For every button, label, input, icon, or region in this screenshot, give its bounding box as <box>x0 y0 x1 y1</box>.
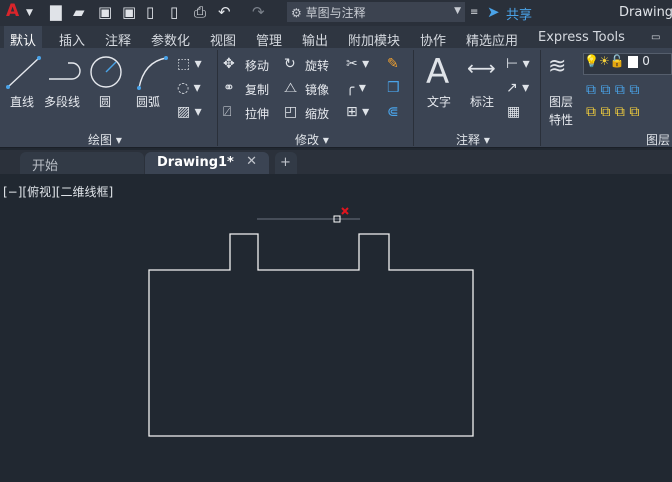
layer-tools-row1-icon[interactable]: ⧉ ⧉ ⧉ ⧉ <box>586 82 639 98</box>
polyline-button[interactable]: 多段线 <box>44 93 80 110</box>
workspace-select[interactable]: ⚙ 草图与注释 ▼ <box>287 2 465 22</box>
hatch-icon[interactable]: ▨ ▾ <box>177 104 202 120</box>
ribbon-minimize-icon[interactable]: ▭ <box>651 32 660 43</box>
open-web-icon[interactable]: ▯ <box>146 3 154 21</box>
document-tabs: 开始 Drawing1* ✕ + <box>0 150 672 174</box>
layer-value: 0 <box>642 54 650 68</box>
close-icon[interactable]: ✕ <box>246 154 257 169</box>
tab-start[interactable]: 开始 <box>20 152 144 174</box>
ellipse-icon[interactable]: ◌ ▾ <box>177 80 201 96</box>
tab-insert[interactable]: 插入 <box>59 30 85 49</box>
rectangle-icon[interactable]: ⬚ ▾ <box>177 56 202 72</box>
annotation-panel-title[interactable]: 注释 ▾ <box>456 131 490 148</box>
move-button[interactable]: 移动 <box>245 57 269 74</box>
tab-featured-apps[interactable]: 精选应用 <box>466 30 518 49</box>
mirror-button[interactable]: 镜像 <box>305 81 329 98</box>
dimension-icon: ⟷ <box>467 56 496 80</box>
customize-toolbar-icon[interactable]: ≡ <box>470 7 478 18</box>
layer-properties-icon: ≋ <box>548 54 567 79</box>
layer-properties-label: 特性 <box>549 113 574 127</box>
tab-annotate[interactable]: 注释 <box>105 30 131 49</box>
modify-panel-title[interactable]: 修改 ▾ <box>295 131 329 148</box>
layer-properties-button[interactable]: 图层 <box>549 93 573 110</box>
tab-collaborate[interactable]: 协作 <box>420 30 446 49</box>
save-as-icon[interactable]: ▣ <box>122 3 136 21</box>
layers-panel-title[interactable]: 图层 <box>646 131 670 148</box>
divider <box>413 50 414 146</box>
new-file-icon[interactable]: ▇ <box>50 3 62 21</box>
leader-icon[interactable]: ↗ ▾ <box>506 80 529 96</box>
tab-output[interactable]: 输出 <box>302 30 328 49</box>
redo-icon[interactable]: ↷ <box>252 3 265 21</box>
rotate-icon: ↻ <box>284 56 296 72</box>
lightbulb-icon: 💡☀🔓 <box>584 54 625 68</box>
fillet-icon[interactable]: ╭ ▾ <box>346 80 366 96</box>
drawn-polyline-shape <box>148 233 474 437</box>
app-menu-dropdown-icon[interactable]: ▼ <box>26 8 33 18</box>
text-button[interactable]: 文字 <box>427 93 451 110</box>
gear-icon: ⚙ <box>291 6 302 20</box>
arc-button[interactable]: 圆弧 <box>136 93 160 110</box>
layer-color-swatch <box>628 55 639 68</box>
text-icon: A <box>426 52 450 92</box>
tab-default[interactable]: 默认 <box>4 26 43 49</box>
new-tab-button[interactable]: + <box>275 152 297 174</box>
tab-manage[interactable]: 管理 <box>256 30 282 49</box>
divider <box>217 50 218 146</box>
tab-express-tools[interactable]: Express Tools <box>538 30 625 45</box>
line-icon <box>7 57 40 88</box>
copy-button[interactable]: 复制 <box>245 81 269 98</box>
divider <box>540 50 541 146</box>
save-web-icon[interactable]: ▯ <box>170 3 178 21</box>
app-menu-button[interactable]: A <box>6 1 19 21</box>
arc-icon <box>138 57 167 89</box>
table-icon[interactable]: ▦ <box>507 104 520 120</box>
copy-icon: ⚭ <box>223 80 235 96</box>
linear-dimension-icon[interactable]: ⊢ ▾ <box>506 56 530 72</box>
window-title: Drawing <box>619 5 672 20</box>
share-icon[interactable]: ➤ <box>487 3 500 21</box>
stretch-button[interactable]: 拉伸 <box>245 105 269 122</box>
endpoint-marker <box>333 215 341 223</box>
dimension-button[interactable]: 标注 <box>470 93 494 110</box>
array-icon[interactable]: ⊞ ▾ <box>346 104 369 120</box>
explode-icon[interactable]: ❒ <box>387 80 400 96</box>
chevron-down-icon: ▼ <box>454 6 461 16</box>
erase-icon[interactable]: ✎ <box>387 56 399 72</box>
scale-button[interactable]: 缩放 <box>305 105 329 122</box>
print-icon[interactable]: ⎙ <box>194 3 206 21</box>
mirror-icon: ⧍ <box>284 80 298 96</box>
tab-addins[interactable]: 附加模块 <box>348 30 400 49</box>
line-button[interactable]: 直线 <box>10 93 34 110</box>
circle-button[interactable]: 圆 <box>99 93 111 110</box>
layer-dropdown[interactable]: 💡☀🔓 0 <box>583 53 672 75</box>
save-icon[interactable]: ▣ <box>98 3 112 21</box>
offset-icon[interactable]: ⋐ <box>387 104 399 120</box>
rotate-button[interactable]: 旋转 <box>305 57 329 74</box>
stretch-icon: ⍁ <box>223 104 232 120</box>
trim-icon[interactable]: ✂ ▾ <box>346 56 369 72</box>
share-button[interactable]: 共享 <box>506 4 532 23</box>
open-file-icon[interactable]: ▰ <box>73 3 85 21</box>
scale-icon: ◰ <box>284 104 298 120</box>
ribbon-tabs: 默认 插入 注释 参数化 视图 管理 输出 附加模块 协作 精选应用 Expre… <box>0 26 672 49</box>
tab-drawing1[interactable]: Drawing1* ✕ <box>145 152 269 174</box>
draw-panel-title[interactable]: 绘图 ▾ <box>88 131 122 148</box>
move-icon: ✥ <box>223 56 235 72</box>
layer-tools-row2-icon[interactable]: ⧉ ⧉ ⧉ ⧉ <box>586 104 639 120</box>
workspace-value: 草图与注释 <box>305 6 366 20</box>
tab-view[interactable]: 视图 <box>210 30 236 49</box>
title-bar: A ▼ ▇ ▰ ▣ ▣ ▯ ▯ ⎙ ↶ ↷ ⚙ 草图与注释 ▼ ≡ ➤ 共享 D… <box>0 0 672 26</box>
polyline-icon <box>49 62 81 80</box>
viewport-controls[interactable]: [−][俯视][二维线框] <box>3 183 113 200</box>
undo-icon[interactable]: ↶ <box>218 3 231 21</box>
red-x-marker <box>341 207 349 215</box>
tab-parametric[interactable]: 参数化 <box>151 30 190 49</box>
